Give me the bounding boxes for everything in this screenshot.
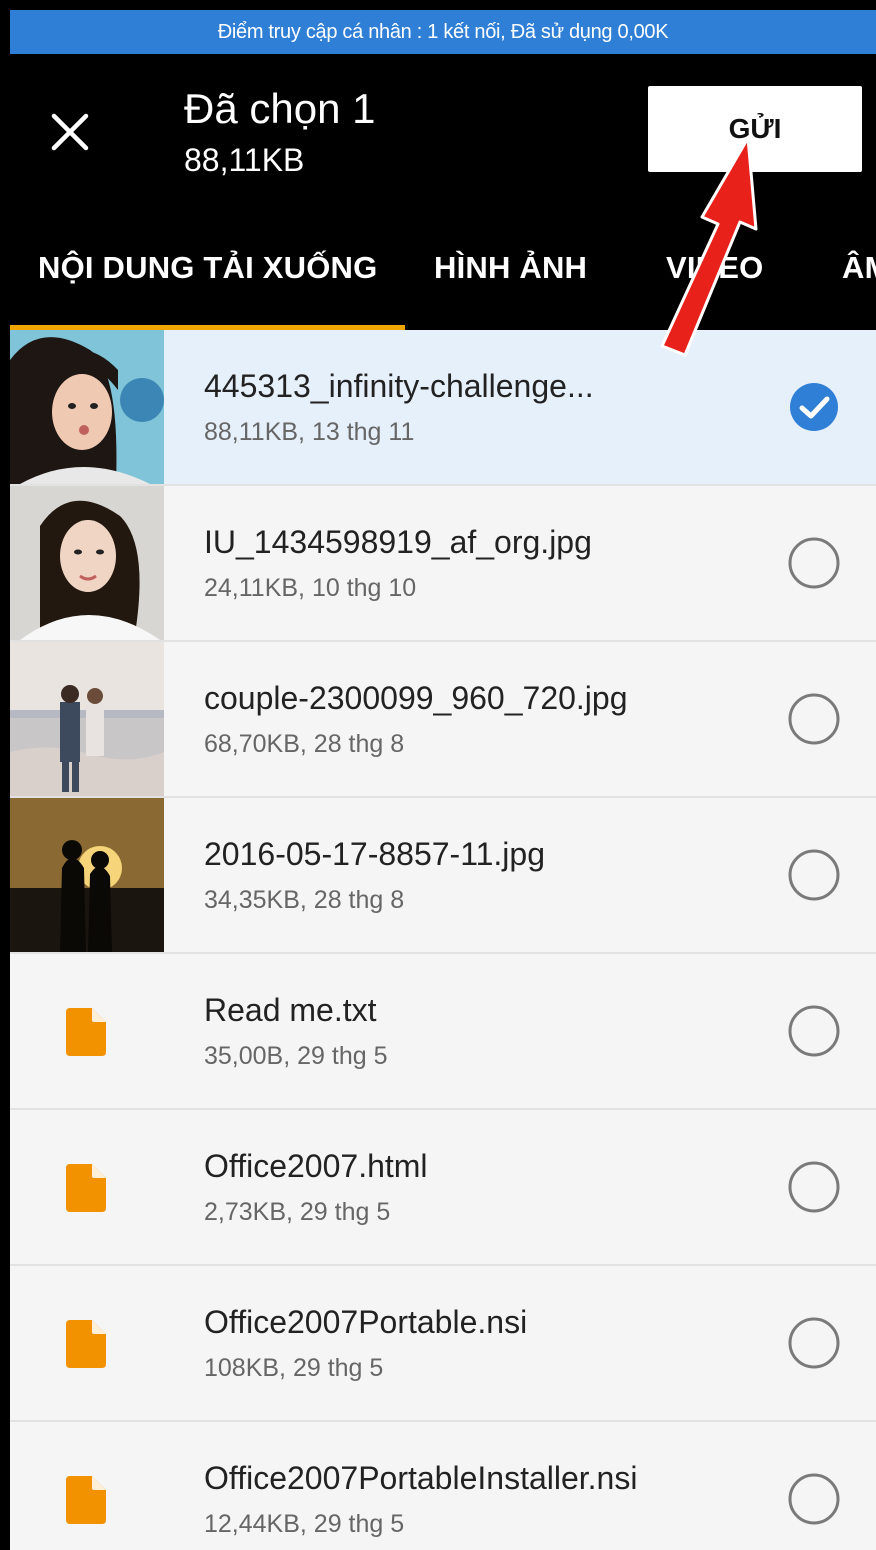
close-button[interactable]	[48, 110, 92, 154]
file-row[interactable]: IU_1434598919_af_org.jpg 24,11KB, 10 thg…	[10, 486, 876, 642]
selection-header: Đã chọn 1 88,11KB GỬI NỘI DUNG TẢI XUỐNG…	[10, 54, 876, 330]
file-row[interactable]: Office2007PortableInstaller.nsi 12,44KB,…	[10, 1422, 876, 1550]
file-meta: 34,35KB, 28 thg 8	[204, 886, 405, 914]
select-checkbox[interactable]	[786, 535, 842, 591]
file-row[interactable]: Office2007Portable.nsi 108KB, 29 thg 5	[10, 1266, 876, 1422]
file-row[interactable]: 445313_infinity-challenge... 88,11KB, 13…	[10, 330, 876, 486]
select-checkbox[interactable]	[786, 691, 842, 747]
file-meta: 35,00B, 29 thg 5	[204, 1042, 388, 1070]
file-name: Read me.txt	[204, 992, 377, 1028]
app-screen: Điểm truy cập cá nhân : 1 kết nối, Đã sử…	[10, 10, 876, 1550]
category-tabs: NỘI DUNG TẢI XUỐNG HÌNH ẢNH VIDEO ÂM	[10, 234, 876, 330]
select-checkbox[interactable]	[786, 1315, 842, 1371]
file-name: Office2007.html	[204, 1148, 428, 1184]
close-icon	[51, 113, 89, 151]
file-name: Office2007Portable.nsi	[204, 1304, 528, 1340]
empty-circle-icon	[788, 849, 840, 901]
document-icon	[66, 1476, 106, 1524]
tab-audio[interactable]: ÂM	[842, 234, 876, 330]
file-row[interactable]: Read me.txt 35,00B, 29 thg 5	[10, 954, 876, 1110]
tab-downloads[interactable]: NỘI DUNG TẢI XUỐNG	[10, 234, 406, 330]
file-row[interactable]: 2016-05-17-8857-11.jpg 34,35KB, 28 thg 8	[10, 798, 876, 954]
select-checkbox[interactable]	[786, 379, 842, 435]
empty-circle-icon	[788, 693, 840, 745]
tab-images[interactable]: HÌNH ẢNH	[434, 234, 587, 330]
page-title: Đã chọn 1	[184, 85, 376, 132]
document-icon	[66, 1008, 106, 1056]
document-icon	[66, 1320, 106, 1368]
check-circle-icon	[790, 383, 838, 431]
file-list: 445313_infinity-challenge... 88,11KB, 13…	[10, 330, 876, 1550]
file-meta: 24,11KB, 10 thg 10	[204, 574, 417, 602]
status-bar-text: Điểm truy cập cá nhân : 1 kết nối, Đã sử…	[217, 21, 669, 43]
file-name: 2016-05-17-8857-11.jpg	[204, 836, 545, 872]
empty-circle-icon	[788, 1317, 840, 1369]
tab-video[interactable]: VIDEO	[666, 234, 763, 330]
file-name: IU_1434598919_af_org.jpg	[204, 524, 592, 560]
file-name: Office2007PortableInstaller.nsi	[204, 1460, 638, 1496]
file-name: 445313_infinity-challenge...	[204, 368, 594, 404]
file-name: couple-2300099_960_720.jpg	[204, 680, 628, 716]
image-thumbnail	[10, 486, 164, 640]
select-checkbox[interactable]	[786, 1003, 842, 1059]
image-thumbnail	[10, 798, 164, 952]
file-row[interactable]: couple-2300099_960_720.jpg 68,70KB, 28 t…	[10, 642, 876, 798]
document-icon	[66, 1164, 106, 1212]
file-meta: 2,73KB, 29 thg 5	[204, 1198, 391, 1226]
empty-circle-icon	[788, 1005, 840, 1057]
file-meta: 68,70KB, 28 thg 8	[204, 730, 405, 758]
file-row[interactable]: Office2007.html 2,73KB, 29 thg 5	[10, 1110, 876, 1266]
file-meta: 88,11KB, 13 thg 11	[204, 418, 415, 446]
select-checkbox[interactable]	[786, 1471, 842, 1527]
send-button[interactable]: GỬI	[648, 86, 862, 172]
selected-size: 88,11KB	[184, 142, 305, 178]
select-checkbox[interactable]	[786, 1159, 842, 1215]
image-thumbnail	[10, 330, 164, 484]
status-bar: Điểm truy cập cá nhân : 1 kết nối, Đã sử…	[10, 10, 876, 54]
image-thumbnail	[10, 642, 164, 796]
empty-circle-icon	[788, 1473, 840, 1525]
file-meta: 12,44KB, 29 thg 5	[204, 1510, 405, 1538]
file-meta: 108KB, 29 thg 5	[204, 1354, 384, 1382]
select-checkbox[interactable]	[786, 847, 842, 903]
empty-circle-icon	[788, 1161, 840, 1213]
empty-circle-icon	[788, 537, 840, 589]
